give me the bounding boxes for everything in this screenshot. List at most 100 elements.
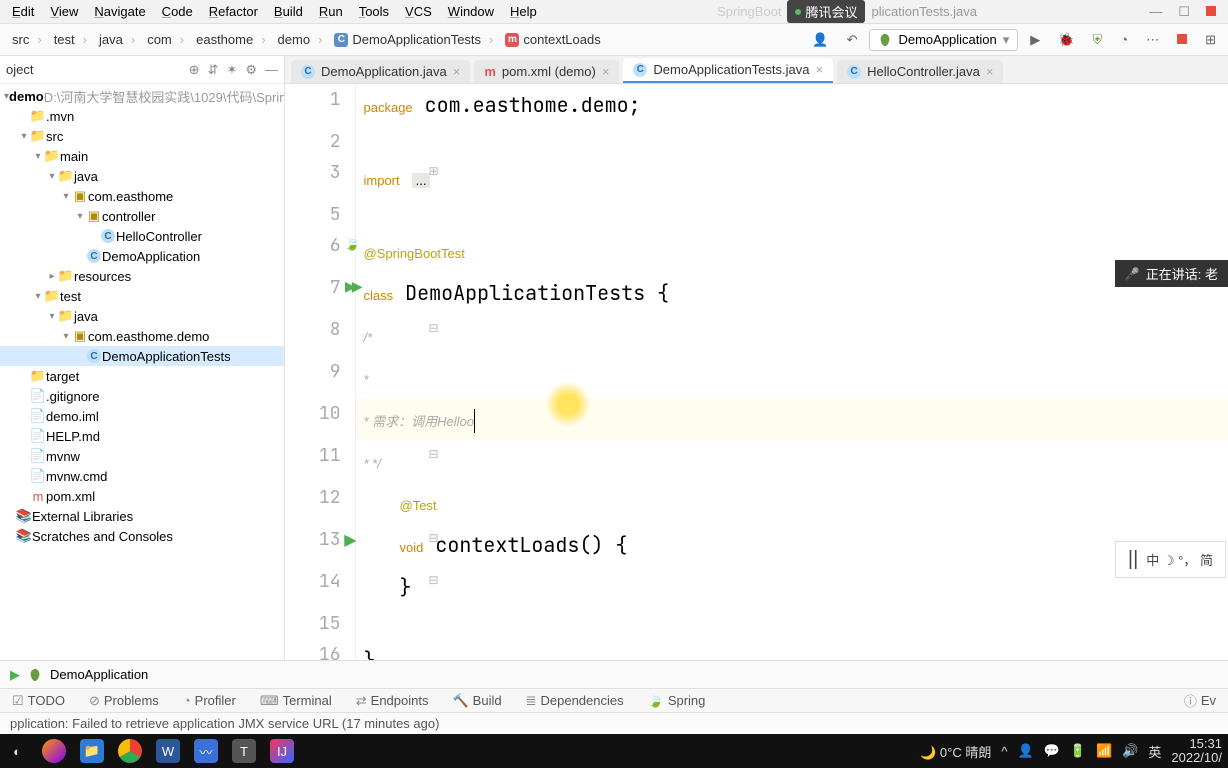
code-line-16[interactable]: }: [355, 639, 1228, 660]
app-icon-2[interactable]: T: [232, 739, 256, 763]
tree-node-HelloController[interactable]: CHelloController: [0, 226, 284, 246]
gutter-line-14[interactable]: 14: [285, 566, 355, 608]
breadcrumb-java[interactable]: java: [93, 30, 141, 49]
tab-HelloController.java[interactable]: CHelloController.java×: [837, 60, 1003, 83]
code-line-14[interactable]: ⊟ }: [355, 566, 1228, 608]
breadcrumb-src[interactable]: src: [6, 30, 48, 49]
gutter-line-13[interactable]: 13▶: [285, 524, 355, 566]
user-icon[interactable]: 👤: [806, 30, 834, 50]
fold-handle[interactable]: ⊟: [429, 528, 439, 548]
tree-node-test[interactable]: ▾📁test: [0, 286, 284, 306]
fold-handle[interactable]: ⊟: [429, 444, 439, 464]
file-explorer-icon[interactable]: 📁: [80, 739, 104, 763]
tray-battery-icon[interactable]: 🔋: [1070, 743, 1086, 759]
tab-pom.xml (demo)[interactable]: mpom.xml (demo)×: [474, 60, 619, 83]
code-line-6[interactable]: @SpringBootTest: [355, 230, 1228, 272]
menu-edit[interactable]: Edit: [4, 2, 42, 21]
tree-node-.mvn[interactable]: 📁.mvn: [0, 106, 284, 126]
attach-button[interactable]: ⋯: [1140, 30, 1165, 50]
tray-net-icon[interactable]: 💬: [1044, 743, 1060, 759]
locate-icon[interactable]: ⊕: [189, 62, 200, 78]
fold-handle[interactable]: ⊟: [429, 570, 439, 590]
tool-tab-build[interactable]: 🔨Build: [446, 691, 507, 711]
breadcrumb-demo[interactable]: demo: [272, 30, 329, 49]
tree-node-pom.xml[interactable]: mpom.xml: [0, 486, 284, 506]
code-line-11[interactable]: ⊟* */: [355, 440, 1228, 482]
collapse-all-icon[interactable]: ✶: [226, 62, 237, 78]
menu-view[interactable]: View: [42, 2, 86, 21]
tab-DemoApplicationTests.java[interactable]: CDemoApplicationTests.java×: [623, 58, 833, 83]
gutter-line-6[interactable]: 6🍃: [285, 230, 355, 272]
tool-tab-dependencies[interactable]: ≣Dependencies: [520, 691, 630, 711]
meeting-widget[interactable]: 腾讯会议: [787, 0, 865, 23]
menu-tools[interactable]: Tools: [351, 2, 397, 21]
profile-button[interactable]: ◔: [1114, 30, 1134, 49]
gutter-line-7[interactable]: 7▶▶: [285, 272, 355, 314]
back-icon[interactable]: ↶: [841, 30, 864, 50]
gutter-line-9[interactable]: 9: [285, 356, 355, 398]
start-button[interactable]: ◐: [6, 740, 28, 762]
more-icon[interactable]: ⊞: [1199, 30, 1222, 50]
code-line-10[interactable]: * 需求：调用Helloo: [355, 398, 1228, 440]
intellij-icon[interactable]: IJ: [270, 739, 294, 763]
gutter-line-12[interactable]: 12: [285, 482, 355, 524]
breadcrumb-test[interactable]: test: [48, 30, 93, 49]
tray-wifi-icon[interactable]: 📶: [1096, 743, 1112, 759]
code-line-2[interactable]: [355, 126, 1228, 157]
hide-icon[interactable]: —: [265, 62, 278, 78]
breadcrumb-com[interactable]: com: [141, 30, 190, 49]
run-toolwindow-bar[interactable]: ▶ DemoApplication: [0, 660, 1228, 688]
gutter-line-2[interactable]: 2: [285, 126, 355, 157]
run-button[interactable]: ▶: [1024, 30, 1046, 50]
gutter-line-11[interactable]: 11: [285, 440, 355, 482]
tray-chevron-icon[interactable]: ^: [1001, 744, 1007, 759]
code-line-1[interactable]: package com.easthome.demo;: [355, 84, 1228, 126]
tab-close-icon[interactable]: ×: [602, 64, 610, 79]
menu-build[interactable]: Build: [266, 2, 311, 21]
run-configuration-select[interactable]: DemoApplication ▾: [869, 29, 1018, 51]
tree-node-com.easthome[interactable]: ▾▣com.easthome: [0, 186, 284, 206]
tree-node-mvnw.cmd[interactable]: 📄mvnw.cmd: [0, 466, 284, 486]
gutter-line-3[interactable]: 3: [285, 157, 355, 199]
tree-node-DemoApplication[interactable]: CDemoApplication: [0, 246, 284, 266]
tool-tab-terminal[interactable]: ⌨Terminal: [254, 691, 338, 711]
gutter-line-5[interactable]: 5: [285, 199, 355, 230]
menu-vcs[interactable]: VCS: [397, 2, 440, 21]
event-log-tab[interactable]: ⓘEv: [1178, 689, 1222, 712]
minimize-button[interactable]: —: [1149, 4, 1162, 20]
gutter-line-8[interactable]: 8: [285, 314, 355, 356]
tool-tab-todo[interactable]: ☑TODO: [6, 691, 71, 711]
tree-node-resources[interactable]: ▸📁resources: [0, 266, 284, 286]
tree-node-src[interactable]: ▾📁src: [0, 126, 284, 146]
code-line-8[interactable]: ⊟/*: [355, 314, 1228, 356]
code-line-12[interactable]: @Test: [355, 482, 1228, 524]
settings-icon[interactable]: ⚙: [245, 62, 257, 78]
stop-button[interactable]: [1171, 30, 1193, 49]
clock[interactable]: 15:312022/10/: [1171, 737, 1222, 766]
tree-node-demo.iml[interactable]: 📄demo.iml: [0, 406, 284, 426]
tree-node-mvnw[interactable]: 📄mvnw: [0, 446, 284, 466]
coverage-button[interactable]: ⛨: [1086, 30, 1108, 50]
tree-node-java[interactable]: ▾📁java: [0, 306, 284, 326]
gutter-line-16[interactable]: 16: [285, 639, 355, 660]
chrome-icon[interactable]: [118, 739, 142, 763]
menu-run[interactable]: Run: [311, 2, 351, 21]
menu-help[interactable]: Help: [502, 2, 545, 21]
gutter-line-10[interactable]: 10: [285, 398, 355, 440]
expand-all-icon[interactable]: ⇵: [208, 62, 219, 78]
ime-indicator[interactable]: 英: [1148, 742, 1161, 761]
breadcrumb-DemoApplicationTests[interactable]: C DemoApplicationTests: [328, 30, 499, 49]
app-icon-1[interactable]: 〰: [194, 739, 218, 763]
code-line-9[interactable]: *: [355, 356, 1228, 398]
tool-tab-problems[interactable]: ⊘Problems: [83, 691, 165, 711]
tree-node-Scratches and Consoles[interactable]: 📚Scratches and Consoles: [0, 526, 284, 546]
code-line-7[interactable]: class DemoApplicationTests {: [355, 272, 1228, 314]
breadcrumb-easthome[interactable]: easthome: [190, 30, 271, 49]
tool-tab-endpoints[interactable]: ⇄Endpoints: [350, 691, 435, 711]
tab-DemoApplication.java[interactable]: CDemoApplication.java×: [291, 60, 470, 83]
gutter-line-15[interactable]: 15: [285, 608, 355, 639]
tree-root[interactable]: ▾demo D:\河南大学智慧校园实践\1029\代码\SpringBo: [0, 86, 284, 106]
menu-code[interactable]: Code: [154, 2, 201, 21]
tree-node-.gitignore[interactable]: 📄.gitignore: [0, 386, 284, 406]
weather-widget[interactable]: 🌙 0°C 晴朗: [920, 742, 991, 761]
